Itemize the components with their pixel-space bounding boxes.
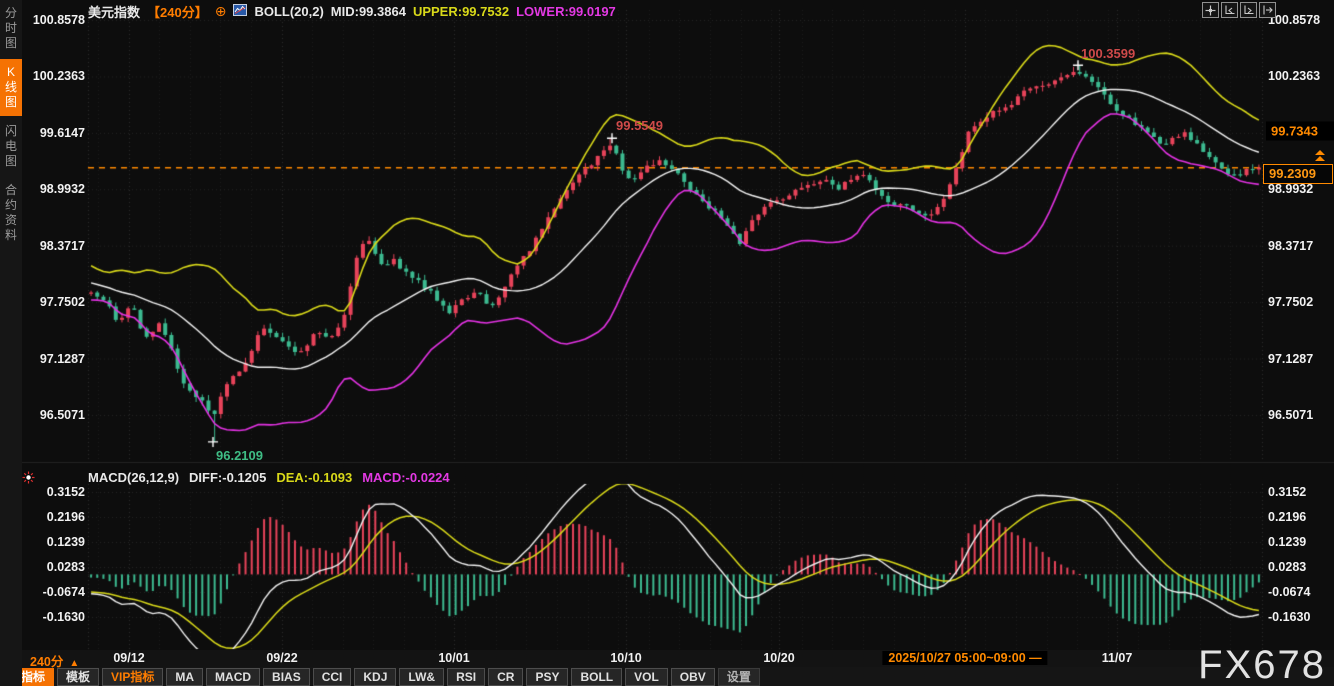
compress-x-left-icon[interactable]	[1221, 2, 1238, 18]
toolbar-button[interactable]: 模板	[57, 668, 99, 686]
toolbar-button[interactable]: 设置	[718, 668, 760, 686]
toolbar-button[interactable]: MACD	[206, 668, 260, 686]
date-tick-label: 2025/10/27 05:00~09:00 —	[882, 651, 1047, 665]
price-annotation: 96.2109	[216, 448, 263, 463]
price-annotation: 99.5549	[616, 118, 663, 133]
macd-tick-label: 0.2196	[1268, 510, 1306, 524]
toolbar-button[interactable]: CCI	[313, 668, 352, 686]
macd-tick-label: 0.2196	[25, 510, 85, 524]
indicator-name: BOLL(20,2)	[254, 4, 323, 19]
chart-toolbar-top-right	[1202, 2, 1276, 18]
macd-tick-label: 0.0283	[25, 560, 85, 574]
toolbar-button[interactable]: VOL	[625, 668, 668, 686]
date-tick-label: 10/20	[763, 651, 794, 665]
compress-x-right-icon[interactable]	[1240, 2, 1257, 18]
price-tick-label: 98.3717	[1268, 239, 1313, 253]
toolbar-button[interactable]: MA	[166, 668, 203, 686]
price-tick-label: 96.5071	[25, 408, 85, 422]
price-tick-label: 97.1287	[1268, 352, 1313, 366]
timeframe-label: 240分	[30, 655, 63, 669]
price-tick-label: 100.8578	[25, 13, 85, 27]
sidebar: 分 时 图K 线 图闪 电 图合 约 资 料	[0, 0, 22, 686]
sidebar-tab[interactable]: 分 时 图	[0, 0, 22, 57]
date-tick-label: 09/22	[266, 651, 297, 665]
macd-tick-label: 0.3152	[25, 485, 85, 499]
macd-tick-label: 0.1239	[1268, 535, 1306, 549]
toolbar-button[interactable]: CR	[488, 668, 523, 686]
date-tick-label: 09/12	[113, 651, 144, 665]
macd-dea-value: DEA:-0.1093	[276, 470, 352, 485]
macd-indicator-name: MACD(26,12,9)	[88, 470, 179, 485]
price-tick-label: 100.2363	[25, 69, 85, 83]
sidebar-tab[interactable]: K 线 图	[0, 59, 22, 116]
sidebar-tab[interactable]: 闪 电 图	[0, 118, 22, 175]
pan-right-icon[interactable]	[1259, 2, 1276, 18]
chart-header: 美元指数 【240分】 ⊕ BOLL(20,2) MID:99.3864 UPP…	[88, 3, 616, 20]
current-price-tag: 99.2309	[1263, 164, 1333, 184]
macd-tick-label: 0.0283	[1268, 560, 1306, 574]
toolbar-button[interactable]: BIAS	[263, 668, 310, 686]
toolbar-button[interactable]: VIP指标	[102, 668, 163, 686]
macd-tick-label: -0.1630	[1268, 610, 1310, 624]
macd-tick-label: 0.3152	[1268, 485, 1306, 499]
price-tick-label: 96.5071	[1268, 408, 1313, 422]
date-tick-label: 11/07	[1102, 651, 1133, 665]
watermark-fx678: FX678	[1198, 644, 1326, 686]
indicator-toolbar: 指标模板VIP指标MAMACDBIASCCIKDJLW&RSICRPSYBOLL…	[12, 668, 760, 686]
price-up-arrow-icon	[1315, 156, 1325, 161]
macd-tick-label: -0.0674	[1268, 585, 1310, 599]
boll-lower-value: LOWER:99.0197	[516, 4, 616, 19]
macd-macd-value: MACD:-0.0224	[362, 470, 449, 485]
price-annotation: 100.3599	[1081, 46, 1135, 61]
macd-tick-label: 0.1239	[25, 535, 85, 549]
boll-upper-price-tag: 99.7343	[1266, 122, 1334, 141]
toolbar-button[interactable]: BOLL	[571, 668, 622, 686]
price-tick-label: 98.9932	[25, 182, 85, 196]
period-label[interactable]: 【240分】	[147, 2, 208, 21]
macd-diff-value: DIFF:-0.1205	[189, 470, 266, 485]
chart-canvas[interactable]	[0, 0, 1334, 686]
toolbar-button[interactable]: OBV	[671, 668, 715, 686]
price-tick-label: 99.6147	[25, 126, 85, 140]
macd-header: MACD(26,12,9) DIFF:-0.1205 DEA:-0.1093 M…	[88, 470, 450, 485]
circle-plus-icon[interactable]: ⊕	[215, 3, 227, 20]
toolbar-button[interactable]: LW&	[399, 668, 444, 686]
price-tick-label: 97.7502	[1268, 295, 1313, 309]
macd-tick-label: -0.0674	[25, 585, 85, 599]
time-axis-row	[22, 650, 1334, 668]
crosshair-move-icon[interactable]	[1202, 2, 1219, 18]
date-tick-label: 10/01	[438, 651, 469, 665]
mini-chart-icon[interactable]	[233, 4, 247, 19]
date-tick-label: 10/10	[610, 651, 641, 665]
price-tick-label: 98.3717	[25, 239, 85, 253]
toolbar-button[interactable]: KDJ	[354, 668, 396, 686]
trading-app-window: 分 时 图K 线 图闪 电 图合 约 资 料 美元指数 【240分】 ⊕ BOL…	[0, 0, 1334, 686]
macd-tick-label: -0.1630	[25, 610, 85, 624]
price-up-arrow-icon	[1315, 150, 1325, 155]
toolbar-button[interactable]: RSI	[447, 668, 485, 686]
toolbar-button[interactable]: PSY	[526, 668, 568, 686]
sidebar-tab[interactable]: 合 约 资 料	[0, 177, 22, 249]
price-tick-label: 98.9932	[1268, 182, 1313, 196]
symbol-name: 美元指数	[88, 2, 140, 21]
boll-mid-value: MID:99.3864	[331, 4, 406, 19]
price-tick-label: 97.7502	[25, 295, 85, 309]
price-tick-label: 100.2363	[1268, 69, 1320, 83]
boll-upper-value: UPPER:99.7532	[413, 4, 509, 19]
price-tick-label: 97.1287	[25, 352, 85, 366]
